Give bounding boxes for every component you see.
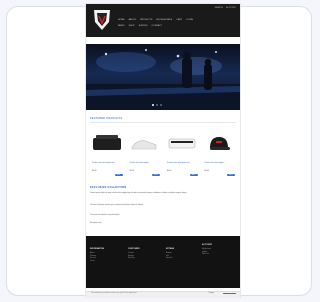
product-price: $0.00 — [204, 170, 210, 172]
carousel-dots[interactable] — [152, 104, 162, 106]
website-preview: SEARCH ACCOUNT HOME ABOUT PRODUCTS ACCES… — [86, 4, 240, 297]
cookie-accept-button[interactable]: Accept — [223, 293, 236, 294]
site-footer: INFORMATION About Delivery Privacy Terms… — [86, 236, 240, 288]
product-card[interactable]: Product item description text $0.00 BUY — [90, 128, 124, 182]
footer-link[interactable]: Terms — [90, 260, 124, 263]
cookie-banner: This website uses cookies to ensure you … — [86, 291, 240, 298]
footer-column: EXTRAS Brands Gift Specials — [166, 248, 200, 260]
cap-image-icon — [210, 137, 231, 150]
promo-paragraph: Lorem ipsum dolor sit amet consectetur a… — [90, 192, 187, 194]
case-image-icon — [168, 138, 196, 149]
section-divider — [90, 122, 236, 123]
product-image[interactable] — [165, 130, 199, 156]
carousel-dot[interactable] — [156, 104, 158, 106]
product-card[interactable]: Product item description $0.00 BUY — [203, 128, 237, 182]
product-name[interactable]: Product item description — [130, 162, 160, 164]
product-card[interactable]: Product item description $0.00 BUY — [128, 128, 162, 182]
promo-title: EXCLUSIVE COLLECTION — [90, 186, 127, 189]
nav-login[interactable]: LOGIN — [186, 18, 193, 22]
bag-image-icon — [92, 135, 121, 150]
utility-links: SEARCH ACCOUNT — [215, 7, 236, 9]
product-grid: Product item description text $0.00 BUY … — [90, 128, 236, 182]
util-account[interactable]: ACCOUNT — [226, 7, 236, 9]
product-card[interactable]: Product item description text $0.00 BUY — [165, 128, 199, 182]
buy-button[interactable]: BUY — [152, 174, 160, 176]
footer-heading: ACCOUNT — [202, 244, 212, 246]
nav-accessories[interactable]: ACCESSORIES — [156, 18, 172, 22]
nav-news[interactable]: NEWS — [118, 24, 125, 28]
product-name[interactable]: Product item description text — [167, 162, 197, 164]
product-image[interactable] — [90, 130, 124, 156]
secondary-nav: NEWS SHOP EVENTS CONTACT — [118, 24, 236, 28]
nav-about[interactable]: ABOUT — [129, 18, 137, 22]
hero-scene-image — [86, 49, 240, 110]
nav-contact[interactable]: CONTACT — [152, 24, 162, 28]
promo-paragraph: Excepteur sint. — [90, 222, 102, 224]
product-name[interactable]: Product item description — [205, 162, 235, 164]
nav-products[interactable]: PRODUCTS — [140, 18, 152, 22]
hero-banner[interactable] — [86, 44, 240, 110]
product-image[interactable] — [203, 130, 237, 156]
promo-paragraph: Duis aute irure dolor in reprehenderit. — [90, 214, 120, 216]
product-price: $0.00 — [129, 170, 135, 172]
product-name[interactable]: Product item description text — [92, 162, 122, 164]
buy-button[interactable]: BUY — [227, 174, 235, 176]
product-image[interactable] — [128, 130, 162, 156]
featured-title: FEATURED PRODUCTS — [90, 117, 123, 120]
nav-home[interactable]: HOME — [118, 18, 125, 22]
footer-heading: INFORMATION — [90, 248, 104, 250]
nav-shop[interactable]: SHOP — [129, 24, 135, 28]
buy-button[interactable]: BUY — [189, 174, 198, 176]
product-price: $0.00 — [92, 170, 97, 172]
site-header: SEARCH ACCOUNT HOME ABOUT PRODUCTS ACCES… — [86, 4, 240, 37]
footer-link[interactable]: Wish List — [202, 253, 236, 256]
brand-logo-icon[interactable] — [92, 8, 112, 32]
nav-events[interactable]: EVENTS — [139, 24, 148, 28]
cookie-text: This website uses cookies to ensure you … — [91, 293, 138, 294]
promo-paragraph: Ut enim ad minim veniam quis nostrud exe… — [90, 204, 144, 206]
footer-column: ACCOUNT My Account Orders Wish List — [202, 244, 236, 256]
footer-heading: EXTRAS — [166, 248, 175, 250]
footer-column: CUSTOMER Contact Returns Site Map — [128, 248, 162, 260]
footer-column: INFORMATION About Delivery Privacy Terms — [90, 248, 124, 262]
main-nav: HOME ABOUT PRODUCTS ACCESSORIES CART LOG… — [118, 18, 236, 22]
carousel-dot[interactable] — [160, 104, 162, 106]
buy-button[interactable]: BUY — [114, 174, 123, 176]
footer-heading: CUSTOMER — [128, 248, 140, 250]
carousel-dot-active[interactable] — [152, 104, 154, 106]
util-search[interactable]: SEARCH — [215, 7, 223, 9]
nav-cart[interactable]: CART — [176, 18, 182, 22]
cookie-decline-button[interactable]: Decline — [209, 293, 214, 294]
product-price: $0.00 — [167, 170, 172, 172]
footer-link[interactable]: Specials — [166, 257, 200, 260]
footer-link[interactable]: Site Map — [128, 257, 162, 260]
shoe-image-icon — [131, 140, 157, 150]
